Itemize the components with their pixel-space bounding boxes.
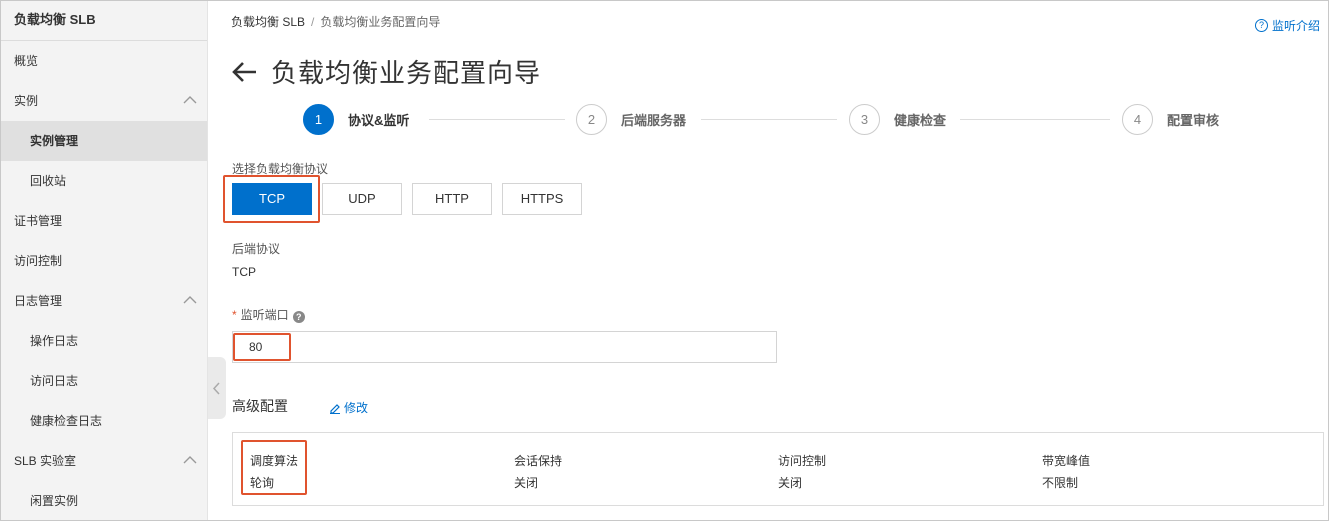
sidebar: 负载均衡 SLB 概览 实例 实例管理 回收站 证书管理 访问控制 日志管理 操… — [1, 1, 208, 520]
protocol-udp-button[interactable]: UDP — [322, 183, 402, 215]
question-circle-icon[interactable]: ? — [292, 311, 305, 323]
step-health-check: 3 健康检查 — [849, 104, 946, 135]
sidebar-group-instances[interactable]: 实例 — [1, 81, 207, 121]
breadcrumb-root[interactable]: 负载均衡 SLB — [231, 15, 305, 29]
sidebar-item-recycle-bin[interactable]: 回收站 — [1, 161, 207, 201]
sidebar-item-label: 健康检查日志 — [30, 414, 103, 428]
backend-protocol-value: TCP — [232, 265, 256, 279]
field-value: 轮询 — [250, 476, 275, 490]
help-circle-icon: ? — [1254, 19, 1268, 32]
step-connector — [960, 119, 1110, 120]
sidebar-item-label: 回收站 — [30, 174, 67, 188]
wizard-steps: 1 协议&监听 2 后端服务器 3 健康检查 4 配置审核 — [303, 104, 1328, 136]
sidebar-item-label: 证书管理 — [14, 214, 63, 228]
sidebar-item-operation-logs[interactable]: 操作日志 — [1, 321, 207, 361]
advanced-config-title: 高级配置 — [232, 398, 288, 414]
step-number: 1 — [303, 104, 334, 135]
help-link[interactable]: ? 监听介绍 — [1254, 17, 1320, 34]
step-number: 4 — [1122, 104, 1153, 135]
step-connector — [429, 119, 565, 120]
back-arrow-icon[interactable] — [231, 58, 259, 86]
sidebar-item-health-check-logs[interactable]: 健康检查日志 — [1, 401, 207, 441]
field-key: 带宽峰值 — [1042, 454, 1091, 468]
chevron-up-icon[interactable] — [183, 95, 197, 105]
advanced-edit-link[interactable]: 修改 — [329, 399, 368, 416]
field-value: 关闭 — [778, 476, 803, 490]
chevron-up-icon[interactable] — [183, 455, 197, 465]
app-window: 负载均衡 SLB 概览 实例 实例管理 回收站 证书管理 访问控制 日志管理 操… — [0, 0, 1329, 521]
step-number: 3 — [849, 104, 880, 135]
required-mark: * — [232, 308, 237, 322]
sidebar-group-logs[interactable]: 日志管理 — [1, 281, 207, 321]
step-label: 协议&监听 — [348, 113, 410, 128]
step-connector — [701, 119, 837, 120]
protocol-tcp-button[interactable]: TCP — [232, 183, 312, 215]
step-label: 后端服务器 — [621, 113, 687, 128]
sidebar-item-label: 访问日志 — [30, 374, 79, 388]
step-label: 健康检查 — [894, 113, 947, 128]
bandwidth-peak: 带宽峰值 不限制 — [1042, 452, 1090, 491]
listen-port-input[interactable]: 80 — [232, 331, 777, 363]
field-key: 调度算法 — [250, 454, 299, 468]
listen-port-label: 监听端口 — [240, 308, 289, 322]
help-link-label: 监听介绍 — [1271, 19, 1320, 33]
step-number: 2 — [576, 104, 607, 135]
protocol-options: TCP UDP HTTP HTTPS — [232, 183, 582, 215]
step-review: 4 配置审核 — [1122, 104, 1219, 135]
sidebar-title: 负载均衡 SLB — [1, 1, 207, 41]
step-label: 配置审核 — [1167, 113, 1220, 128]
protocol-https-button[interactable]: HTTPS — [502, 183, 582, 215]
listen-port-label-row: * 监听端口? — [232, 306, 305, 323]
sidebar-item-label: 实例管理 — [30, 134, 79, 148]
chevron-up-icon[interactable] — [183, 295, 197, 305]
sidebar-item-access-logs[interactable]: 访问日志 — [1, 361, 207, 401]
breadcrumb-separator: / — [311, 15, 315, 29]
sidebar-item-label: 日志管理 — [14, 294, 63, 308]
sidebar-item-overview[interactable]: 概览 — [1, 41, 207, 81]
step-backend-servers: 2 后端服务器 — [576, 104, 686, 135]
field-key: 访问控制 — [778, 454, 827, 468]
sidebar-group-slb-lab[interactable]: SLB 实验室 — [1, 441, 207, 481]
page-header: 负载均衡业务配置向导 — [231, 53, 541, 90]
sidebar-item-label: 概览 — [14, 54, 39, 68]
sidebar-item-instance-management[interactable]: 实例管理 — [1, 121, 207, 161]
protocol-label: 选择负载均衡协议 — [232, 162, 329, 176]
access-control: 访问控制 关闭 — [778, 452, 826, 491]
main-content: 负载均衡 SLB / 负载均衡业务配置向导 ? 监听介绍 负载均衡业务配置向导 1 … — [209, 1, 1328, 520]
sidebar-item-access-control[interactable]: 访问控制 — [1, 241, 207, 281]
field-key: 会话保持 — [514, 454, 563, 468]
advanced-config-panel: 调度算法 轮询 会话保持 关闭 访问控制 关闭 带宽峰值 不限制 — [232, 432, 1324, 506]
breadcrumb: 负载均衡 SLB / 负载均衡业务配置向导 — [231, 13, 440, 30]
sidebar-item-label: 闲置实例 — [30, 494, 79, 508]
sidebar-item-label: 访问控制 — [14, 254, 63, 268]
edit-label: 修改 — [344, 401, 369, 415]
sidebar-item-certificates[interactable]: 证书管理 — [1, 201, 207, 241]
scheduling-algorithm: 调度算法 轮询 — [250, 452, 298, 491]
session-persistence: 会话保持 关闭 — [514, 452, 562, 491]
sidebar-item-label: SLB 实验室 — [14, 454, 77, 468]
sidebar-item-label: 操作日志 — [30, 334, 79, 348]
field-value: 关闭 — [514, 476, 539, 490]
page-title: 负载均衡业务配置向导 — [271, 58, 542, 88]
step-protocol-listener: 1 协议&监听 — [303, 104, 409, 135]
pencil-icon — [330, 403, 340, 414]
protocol-http-button[interactable]: HTTP — [412, 183, 492, 215]
sidebar-item-idle-instances[interactable]: 闲置实例 — [1, 481, 207, 520]
sidebar-item-label: 实例 — [14, 94, 39, 108]
field-value: 不限制 — [1042, 476, 1079, 490]
breadcrumb-current: 负载均衡业务配置向导 — [320, 15, 441, 29]
backend-protocol-label: 后端协议 — [232, 242, 281, 256]
